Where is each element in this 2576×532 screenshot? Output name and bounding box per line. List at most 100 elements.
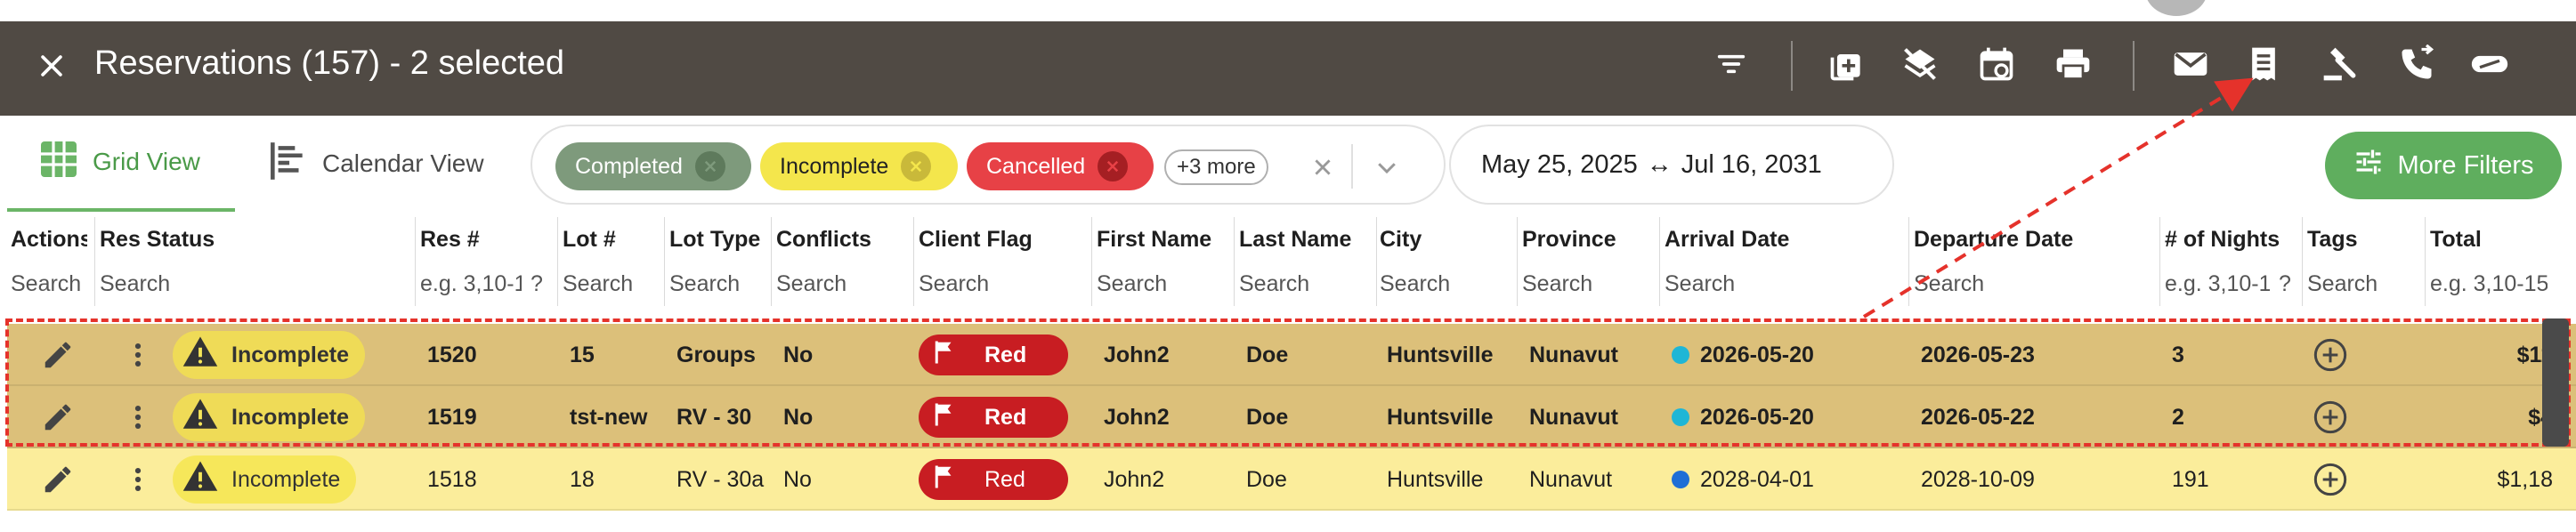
- gavel-icon[interactable]: [2318, 42, 2362, 86]
- column-search-input[interactable]: Search: [767, 262, 901, 306]
- departure-date: 2028-10-09: [1921, 466, 2035, 492]
- client-flag-badge[interactable]: Red: [919, 335, 1068, 375]
- header-separator: [2133, 41, 2135, 91]
- column-search-input[interactable]: Search: [1230, 262, 1364, 306]
- status-chip-completed[interactable]: Completed: [555, 142, 751, 190]
- clear-filter-icon[interactable]: [1307, 151, 1339, 183]
- client-flag-badge[interactable]: Red: [919, 459, 1068, 500]
- column-divider: [1908, 217, 1909, 306]
- page-title: Reservations (157) - 2 selected: [94, 44, 565, 82]
- column-divider: [415, 217, 416, 306]
- more-vert-icon[interactable]: [116, 448, 160, 511]
- remove-chip-icon[interactable]: [694, 151, 725, 181]
- avatar[interactable]: [2145, 0, 2207, 16]
- edit-icon[interactable]: [27, 448, 89, 511]
- column-search-input[interactable]: Search: [1905, 262, 2147, 306]
- column-header[interactable]: Total: [2421, 217, 2567, 262]
- column-header[interactable]: First Name: [1088, 217, 1225, 262]
- column-header[interactable]: Arrival Date: [1656, 217, 1896, 262]
- status-filter-box[interactable]: Completed Incomplete Cancelled +3 more: [531, 125, 1446, 205]
- phone-forward-icon[interactable]: [2394, 42, 2439, 86]
- edit-icon[interactable]: [27, 324, 89, 386]
- print-icon[interactable]: [2051, 42, 2095, 86]
- arrival-status-dot: [1672, 471, 1689, 488]
- chevron-down-icon[interactable]: [1369, 151, 1405, 183]
- first-name: John2: [1104, 466, 1165, 492]
- search-help-icon[interactable]: ?: [527, 262, 548, 306]
- column-header[interactable]: Lot Type: [660, 217, 760, 262]
- column-header[interactable]: Last Name: [1230, 217, 1364, 262]
- table-row[interactable]: Incomplete 1519 tst-new RV - 30 No John2 Doe Hu…: [7, 386, 2576, 448]
- tab-calendar-view[interactable]: Calendar View: [265, 116, 484, 212]
- status-label: Incomplete: [231, 342, 349, 367]
- layers-off-icon[interactable]: [1898, 42, 1942, 86]
- remove-chip-icon[interactable]: [901, 151, 932, 181]
- filter-icon[interactable]: [1709, 42, 1754, 86]
- column-search-input[interactable]: e.g. 3,10-15: [2421, 262, 2548, 306]
- nights-value: 191: [2172, 466, 2209, 492]
- search-help-icon[interactable]: ?: [2275, 262, 2297, 306]
- column-divider: [2302, 217, 2303, 306]
- column-header[interactable]: Res #: [411, 217, 541, 262]
- table-row[interactable]: Incomplete 1518 18 RV - 30a No John2 Doe Huntsv…: [7, 448, 2576, 511]
- column-search-input[interactable]: Search: [910, 262, 1082, 306]
- column-search-input[interactable]: e.g. 3,10-15: [411, 262, 522, 306]
- more-filters-button[interactable]: More Filters: [2325, 132, 2562, 199]
- receipt-icon[interactable]: [2241, 42, 2286, 86]
- column-divider: [1091, 217, 1092, 306]
- date-range-picker[interactable]: May 25, 2025 ↔ Jul 16, 2031: [1449, 125, 1894, 205]
- add-box-icon[interactable]: [1825, 42, 1869, 86]
- last-name: Doe: [1246, 466, 1287, 492]
- column-header[interactable]: Res Status: [91, 217, 404, 262]
- column-header[interactable]: Province: [1513, 217, 1647, 262]
- column-search-input[interactable]: Search: [554, 262, 653, 306]
- column-header[interactable]: Client Flag: [910, 217, 1082, 262]
- email-icon[interactable]: [2168, 42, 2213, 86]
- column-header[interactable]: Conflicts: [767, 217, 901, 262]
- column-search-input[interactable]: Search: [1371, 262, 1504, 306]
- add-tag-icon[interactable]: [2304, 386, 2357, 448]
- client-flag-label: Red: [984, 466, 1025, 492]
- column-search-input[interactable]: e.g. 3,10-15: [2156, 262, 2270, 306]
- lot-type: Groups: [676, 342, 756, 367]
- column-search-input[interactable]: Search: [1088, 262, 1225, 306]
- add-tag-icon[interactable]: [2304, 324, 2357, 386]
- more-vert-icon[interactable]: [116, 386, 160, 448]
- close-icon[interactable]: [32, 46, 71, 85]
- tab-grid-view[interactable]: Grid View: [7, 116, 235, 212]
- toggle-icon[interactable]: [2467, 42, 2512, 86]
- first-name: John2: [1104, 342, 1170, 367]
- column-divider: [771, 217, 772, 306]
- client-flag-badge[interactable]: Red: [919, 397, 1068, 438]
- column-divider: [2425, 217, 2426, 306]
- column-header[interactable]: # of Nights: [2156, 217, 2289, 262]
- column-search-input[interactable]: Search: [2298, 262, 2414, 306]
- column-header[interactable]: Lot #: [554, 217, 653, 262]
- table-row[interactable]: Incomplete 1520 15 Groups No John2 Doe Huntsvil…: [7, 324, 2576, 386]
- edit-icon[interactable]: [27, 386, 89, 448]
- column-search-input[interactable]: Search: [660, 262, 760, 306]
- arrival-date: 2028-04-01: [1663, 448, 1903, 511]
- column-header-row: Actions Res Status Res # Lot # Lot Type Confl…: [0, 217, 2576, 262]
- column-header[interactable]: City: [1371, 217, 1504, 262]
- vertical-scrollbar[interactable]: [2542, 318, 2569, 447]
- column-divider: [2159, 217, 2160, 306]
- more-vert-icon[interactable]: [116, 324, 160, 386]
- column-header[interactable]: Actions: [2, 217, 87, 262]
- calendar-sync-icon[interactable]: [1974, 42, 2019, 86]
- column-header[interactable]: Departure Date: [1905, 217, 2147, 262]
- conflicts-value: No: [783, 466, 812, 492]
- remove-chip-icon[interactable]: [1098, 151, 1129, 181]
- more-chips-badge[interactable]: +3 more: [1164, 149, 1268, 185]
- column-search-input[interactable]: Search: [2, 262, 87, 306]
- column-search-input[interactable]: Search: [1656, 262, 1896, 306]
- column-search-input[interactable]: Search: [1513, 262, 1647, 306]
- status-chip-incomplete[interactable]: Incomplete: [760, 142, 958, 190]
- lot-number: 15: [570, 342, 595, 367]
- status-badge: Incomplete: [173, 331, 365, 379]
- column-header[interactable]: Tags: [2298, 217, 2414, 262]
- column-search-input[interactable]: Search: [91, 262, 404, 306]
- add-tag-icon[interactable]: [2304, 448, 2357, 511]
- top-strip: [0, 0, 2576, 21]
- status-chip-cancelled[interactable]: Cancelled: [967, 142, 1154, 190]
